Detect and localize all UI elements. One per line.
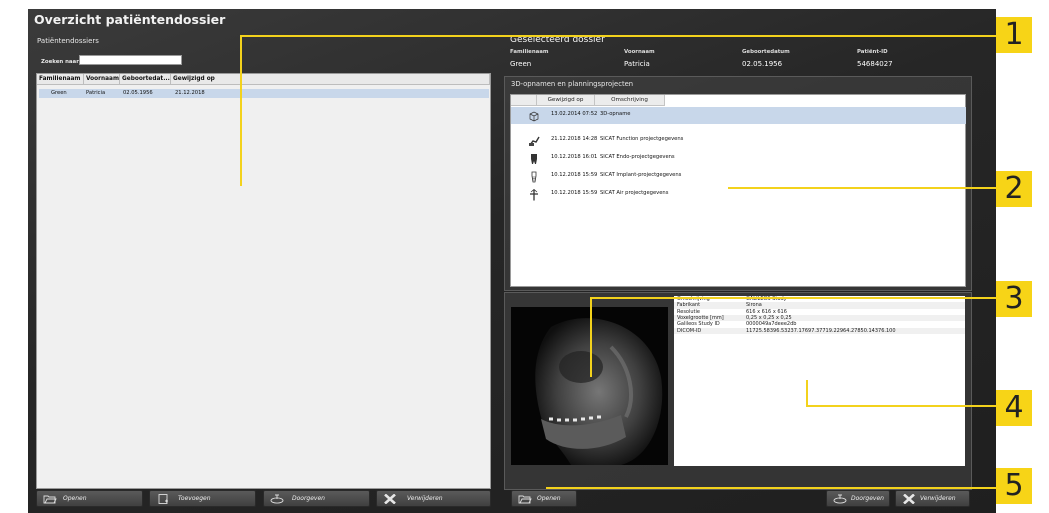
- project-description: SICAT Endo-projectgegevens: [600, 154, 675, 160]
- implant-icon: [531, 171, 537, 183]
- value-patient-id: 54684027: [857, 60, 893, 68]
- add-button-label: Toevoegen: [178, 495, 211, 502]
- pass-on-button[interactable]: Doorgeven: [263, 490, 370, 507]
- search-label: Zoeken naar:: [41, 59, 82, 65]
- project-row-function[interactable]: 21.12.2018 14:28 SICAT Function projectg…: [511, 132, 966, 149]
- column-header-omschrijving[interactable]: Omschrijving: [595, 95, 665, 106]
- property-row: DICOM-ID 11725.58396.53237.17697.37719.2…: [674, 327, 965, 334]
- delete-project-button[interactable]: Verwijderen: [895, 490, 970, 507]
- callout-1-pointer: [240, 35, 242, 186]
- volume-cube-icon: [529, 111, 539, 122]
- tooth-icon: [531, 154, 537, 164]
- callout-5-line: [546, 487, 996, 489]
- jaw-motion-icon: [529, 136, 540, 146]
- value-voornaam: Patricia: [624, 60, 650, 68]
- project-description: SICAT Implant-projectgegevens: [600, 172, 682, 178]
- delete-button-label: Verwijderen: [407, 495, 443, 502]
- folder-open-icon: [518, 495, 532, 504]
- callout-3: 3: [996, 281, 1032, 317]
- cell-voornaam: Patricia: [86, 90, 106, 96]
- property-value: 11725.58396.53237.17697.37719.22964.2785…: [746, 327, 896, 334]
- project-date: 10.12.2018 15:59: [551, 190, 598, 196]
- open-button-label: Openen: [63, 495, 87, 502]
- label-geboortedatum: Geboortedatum: [742, 49, 790, 55]
- callout-3-line: [590, 297, 996, 299]
- screenshot: Overzicht patiëntendossier Patiëntendoss…: [0, 0, 1049, 513]
- callout-3-pointer: [590, 297, 592, 377]
- project-date: 10.12.2018 16:01: [551, 154, 598, 160]
- label-voornaam: Voornaam: [624, 49, 655, 55]
- table-row[interactable]: Green Patricia 02.05.1956 21.12.2018: [39, 89, 489, 98]
- callout-4-pointer: [806, 380, 808, 407]
- patient-list[interactable]: Familienaam Voornaam Geboortedat... Gewi…: [36, 73, 491, 489]
- delete-button[interactable]: Verwijderen: [376, 490, 491, 507]
- project-date: 21.12.2018 14:28: [551, 136, 598, 142]
- add-button[interactable]: Toevoegen: [149, 490, 256, 507]
- column-header-geboortedatum[interactable]: Geboortedat...: [120, 74, 171, 85]
- column-header-familienaam[interactable]: Familienaam: [37, 74, 84, 85]
- callout-2: 2: [996, 171, 1032, 207]
- add-document-icon: [158, 494, 168, 504]
- callout-4-line: [806, 405, 996, 407]
- project-date: 13.02.2014 07:52: [551, 111, 598, 117]
- callout-4: 4: [996, 390, 1032, 426]
- cell-gewijzigd-op: 21.12.2018: [175, 90, 205, 96]
- property-key: DICOM-ID: [677, 327, 702, 334]
- open-button[interactable]: Openen: [36, 490, 143, 507]
- value-geboortedatum: 02.05.1956: [742, 60, 783, 68]
- open-project-button[interactable]: Openen: [511, 490, 577, 507]
- project-description: SICAT Air projectgegevens: [600, 190, 669, 196]
- search-input[interactable]: [79, 55, 182, 65]
- properties-table: Omschrijving GALILEOS Study Fabrikant Si…: [674, 296, 965, 466]
- column-header-icon: [511, 95, 537, 106]
- project-row-3d-opname[interactable]: 13.02.2014 07:52 3D-opname: [511, 107, 966, 124]
- project-date: 10.12.2018 15:59: [551, 172, 598, 178]
- open-project-button-label: Openen: [537, 495, 561, 502]
- label-patient-id: Patiënt-ID: [857, 49, 888, 55]
- delete-x-icon: [384, 494, 396, 504]
- folder-open-icon: [43, 495, 57, 504]
- label-familienaam: Familienaam: [510, 49, 549, 55]
- pass-on-project-button-label: Doorgeven: [851, 495, 884, 502]
- pass-on-project-button[interactable]: Doorgeven: [826, 490, 890, 507]
- cell-familienaam: Green: [51, 90, 67, 96]
- delete-project-button-label: Verwijderen: [920, 495, 956, 502]
- project-row-implant[interactable]: 10.12.2018 15:59 SICAT Implant-projectge…: [511, 168, 966, 185]
- callout-5: 5: [996, 468, 1032, 504]
- projects-list[interactable]: Gewijzigd op Omschrijving 13.02.2014 07:…: [510, 94, 966, 287]
- patient-dossier-window: Overzicht patiëntendossier Patiëntendoss…: [28, 9, 996, 513]
- project-description: SICAT Function projectgegevens: [600, 136, 684, 142]
- project-description: 3D-opname: [600, 111, 631, 117]
- delete-x-icon: [903, 494, 915, 504]
- column-header-voornaam[interactable]: Voornaam: [84, 74, 120, 85]
- projects-title: 3D-opnamen en planningsprojecten: [511, 80, 634, 88]
- window-title: Overzicht patiëntendossier: [34, 12, 226, 27]
- patient-dossiers-title: Patiëntendossiers: [37, 37, 99, 45]
- disc-transfer-icon: [270, 494, 284, 504]
- callout-1: 1: [996, 17, 1032, 53]
- pass-on-button-label: Doorgeven: [292, 495, 325, 502]
- callout-2-line: [728, 187, 996, 189]
- callout-1-line: [240, 35, 996, 37]
- value-familienaam: Green: [510, 60, 532, 68]
- airway-icon: [530, 189, 538, 201]
- column-header-gewijzigd-op[interactable]: Gewijzigd op: [537, 95, 595, 106]
- project-row-endo[interactable]: 10.12.2018 16:01 SICAT Endo-projectgegev…: [511, 150, 966, 167]
- cell-geboortedatum: 02.05.1956: [123, 90, 153, 96]
- column-header-gewijzigd-op[interactable]: Gewijzigd op: [171, 74, 490, 85]
- disc-transfer-icon: [833, 494, 847, 504]
